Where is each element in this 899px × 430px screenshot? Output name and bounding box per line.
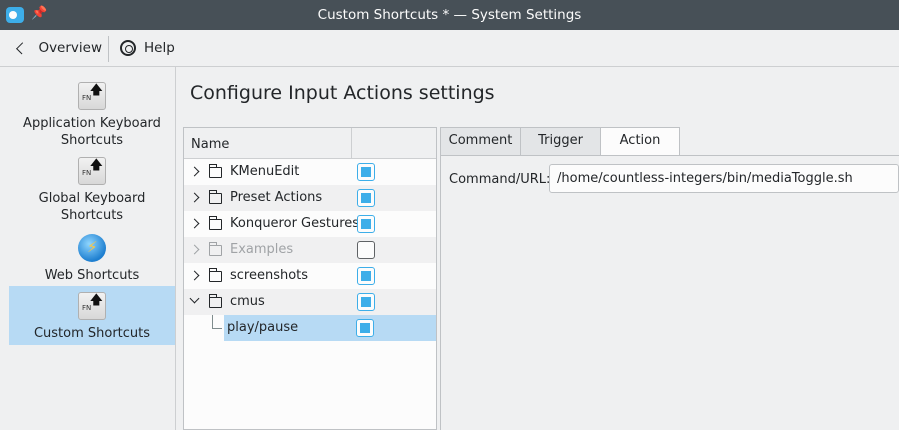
sidebar-item-label: Application Keyboard Shortcuts <box>23 116 161 148</box>
chevron-right-icon[interactable] <box>189 218 200 229</box>
overview-label: Overview <box>38 40 102 56</box>
page-title: Configure Input Actions settings <box>190 82 495 104</box>
tree-row-label: KMenuEdit <box>230 164 300 179</box>
sidebar-item-global-keyboard-shortcuts[interactable]: FN 🡅 Global Keyboard Shortcuts <box>9 157 175 223</box>
tree-row[interactable]: screenshots <box>184 263 436 289</box>
fn-key-icon: FN 🡅 <box>78 82 106 110</box>
help-lifebuoy-icon <box>120 40 136 56</box>
tree-row-selected[interactable]: play/pause <box>224 315 436 341</box>
column-separator <box>351 128 352 159</box>
folder-icon <box>209 164 222 178</box>
enabled-checkbox[interactable] <box>357 267 375 285</box>
chevron-right-icon[interactable] <box>189 244 200 255</box>
enabled-checkbox[interactable] <box>357 293 375 311</box>
tree-row[interactable]: Preset Actions <box>184 185 436 211</box>
enabled-checkbox[interactable] <box>357 241 375 259</box>
chevron-right-icon[interactable] <box>189 192 200 203</box>
chevron-right-icon[interactable] <box>189 270 200 281</box>
window-titlebar: 📌 Custom Shortcuts * — System Settings <box>0 0 899 30</box>
tree-row-label: cmus <box>230 294 265 309</box>
folder-icon <box>209 190 222 204</box>
folder-icon <box>209 268 222 282</box>
tree-branch-line <box>212 328 222 329</box>
actions-tree: Name KMenuEdit Preset Actions Konqueror … <box>183 127 437 430</box>
sidebar-item-label: Web Shortcuts <box>44 268 140 283</box>
help-label: Help <box>144 40 175 56</box>
tree-row-label: Preset Actions <box>230 190 323 205</box>
tree-row-label: play/pause <box>227 320 299 335</box>
sidebar-item-web-shortcuts[interactable]: ⚡ Web Shortcuts <box>9 234 175 284</box>
enabled-checkbox[interactable] <box>357 189 375 207</box>
enabled-checkbox[interactable] <box>356 319 374 337</box>
chevron-down-icon[interactable] <box>189 293 200 304</box>
sidebar-item-label: Custom Shortcuts <box>33 326 151 341</box>
tree-row-label: screenshots <box>230 268 309 283</box>
fn-key-icon: FN 🡅 <box>78 292 106 320</box>
tree-branch-line <box>212 315 213 328</box>
enabled-checkbox[interactable] <box>357 215 375 233</box>
tree-row[interactable]: cmus <box>184 289 436 315</box>
folder-icon <box>209 242 222 256</box>
sidebar: FN 🡅 Application Keyboard Shortcuts FN 🡅 G… <box>0 67 176 430</box>
tree-row[interactable]: Examples <box>184 237 436 263</box>
sidebar-item-application-keyboard-shortcuts[interactable]: FN 🡅 Application Keyboard Shortcuts <box>9 82 175 148</box>
tab-comment[interactable]: Comment <box>440 127 521 155</box>
tab-trigger[interactable]: Trigger <box>520 127 601 155</box>
tree-row[interactable]: KMenuEdit <box>184 159 436 185</box>
tree-row-label: Examples <box>230 242 294 257</box>
fn-key-icon: FN 🡅 <box>78 157 106 185</box>
toolbar-separator <box>108 36 109 62</box>
enabled-checkbox[interactable] <box>357 163 375 181</box>
tree-row-label: Konqueror Gestures <box>230 216 360 231</box>
sidebar-item-custom-shortcuts[interactable]: FN 🡅 Custom Shortcuts <box>9 286 175 345</box>
sidebar-item-label: Global Keyboard Shortcuts <box>38 191 146 223</box>
folder-icon <box>209 216 222 230</box>
globe-icon: ⚡ <box>78 234 106 262</box>
chevron-left-icon <box>16 41 29 55</box>
tree-row[interactable]: Konqueror Gestures <box>184 211 436 237</box>
window-title: Custom Shortcuts * — System Settings <box>317 7 582 23</box>
overview-button[interactable]: Overview <box>12 30 102 66</box>
command-url-input[interactable]: /home/countless-integers/bin/mediaToggle… <box>549 164 899 193</box>
column-header-name: Name <box>191 137 230 152</box>
command-url-label: Command/URL: <box>449 172 551 187</box>
chevron-right-icon[interactable] <box>189 166 200 177</box>
action-tab-panel <box>440 155 899 430</box>
toolbar: Overview Help <box>0 30 899 67</box>
tab-action[interactable]: Action <box>600 127 680 156</box>
tree-header[interactable]: Name <box>184 128 436 159</box>
help-button[interactable]: Help <box>120 30 180 66</box>
folder-icon <box>209 294 222 308</box>
